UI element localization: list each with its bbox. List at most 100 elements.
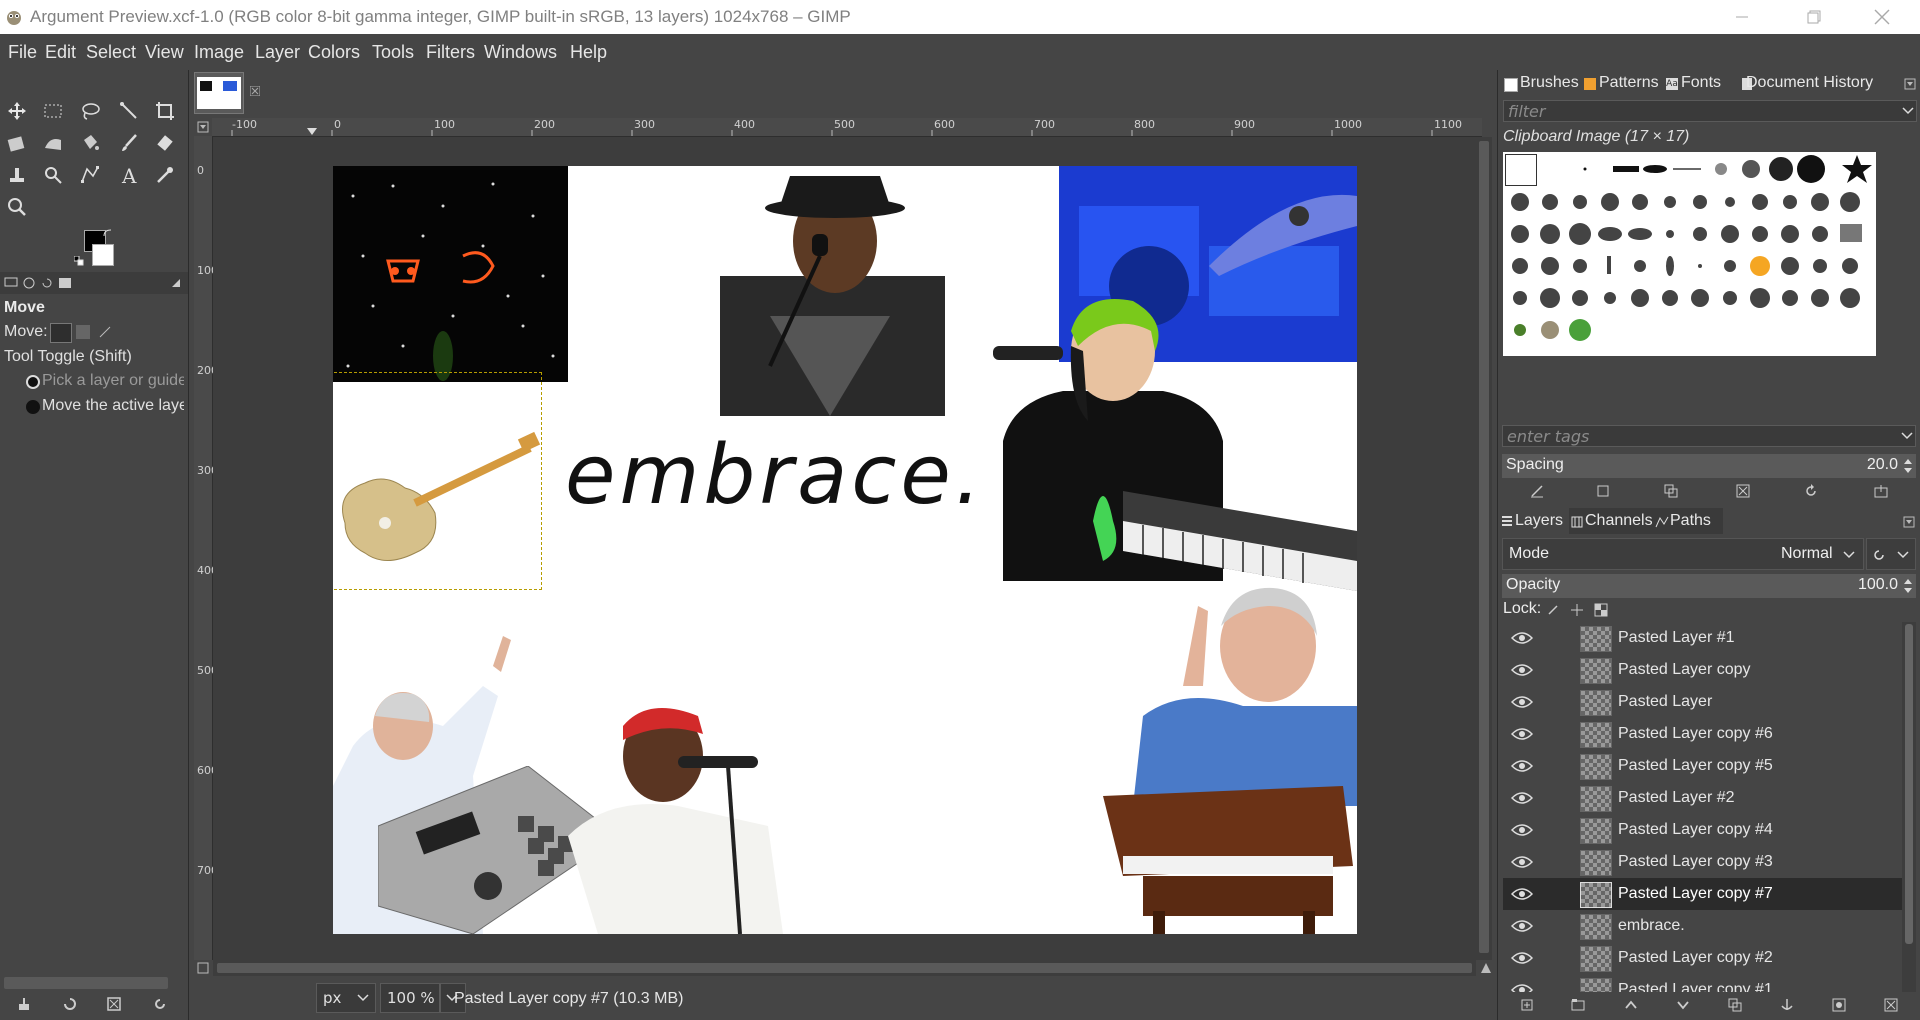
unit-select[interactable]: px xyxy=(316,983,376,1013)
image-canvas[interactable]: embrace. xyxy=(333,166,1357,934)
composite-mode-button[interactable] xyxy=(1866,538,1916,570)
delete-brush-icon[interactable] xyxy=(1736,484,1750,498)
eraser-icon[interactable] xyxy=(152,130,178,156)
background-color-swatch[interactable] xyxy=(92,244,114,266)
horizontal-scrollbar[interactable] xyxy=(213,960,1476,976)
clone-stamp-icon[interactable] xyxy=(4,162,30,188)
bucket-fill-icon[interactable] xyxy=(77,130,103,156)
layer-name[interactable]: Pasted Layer copy xyxy=(1618,661,1751,679)
layer-row[interactable]: Pasted Layer copy #5 xyxy=(1503,750,1902,782)
move-path-mode-icon[interactable] xyxy=(98,325,112,339)
menu-help[interactable]: Help xyxy=(570,42,607,63)
move-layer-mode-button[interactable] xyxy=(50,323,72,343)
eye-icon[interactable] xyxy=(1511,663,1533,677)
restore-button[interactable] xyxy=(1784,0,1844,34)
navigate-icon[interactable] xyxy=(197,962,209,974)
layer-name[interactable]: Pasted Layer copy #1 xyxy=(1618,981,1773,992)
lock-position-icon[interactable] xyxy=(1570,603,1584,617)
fuzzy-select-icon[interactable] xyxy=(116,98,142,124)
tab-brushes[interactable]: Brushes xyxy=(1520,74,1579,92)
tab-document-history[interactable]: Document History xyxy=(1746,74,1873,92)
eye-icon[interactable] xyxy=(1511,823,1533,837)
brush-grid[interactable] xyxy=(1503,152,1876,356)
layer-name[interactable]: Pasted Layer xyxy=(1618,693,1712,711)
layer-name[interactable]: Pasted Layer #2 xyxy=(1618,789,1735,807)
default-colors-icon[interactable] xyxy=(74,256,84,266)
color-picker-icon[interactable] xyxy=(152,162,178,188)
layer-name[interactable]: Pasted Layer copy #6 xyxy=(1618,725,1773,743)
tab-patterns[interactable]: Patterns xyxy=(1599,74,1659,92)
spin-icon[interactable] xyxy=(1903,458,1913,474)
new-layer-icon[interactable] xyxy=(1520,998,1534,1012)
eye-icon[interactable] xyxy=(1511,951,1533,965)
menu-image[interactable]: Image xyxy=(194,42,244,63)
layer-mode-select[interactable]: Mode Normal xyxy=(1502,538,1864,570)
tool-options-tab-icon[interactable] xyxy=(4,276,18,290)
save-tool-preset-icon[interactable] xyxy=(16,996,32,1012)
layer-row[interactable]: Pasted Layer copy #3 xyxy=(1503,846,1902,878)
menu-layer[interactable]: Layer xyxy=(255,42,300,63)
images-tab-icon[interactable] xyxy=(58,276,72,290)
brush-filter-input[interactable]: filter xyxy=(1503,100,1917,122)
layer-name[interactable]: Pasted Layer copy #3 xyxy=(1618,853,1773,871)
menu-windows[interactable]: Windows xyxy=(484,42,557,63)
layer-row[interactable]: Pasted Layer #2 xyxy=(1503,782,1902,814)
duplicate-brush-icon[interactable] xyxy=(1664,484,1678,498)
eye-icon[interactable] xyxy=(1511,695,1533,709)
eye-icon[interactable] xyxy=(1511,983,1533,992)
text-tool-icon[interactable]: A xyxy=(116,162,142,188)
lower-layer-icon[interactable] xyxy=(1676,998,1690,1012)
layer-name[interactable]: Pasted Layer copy #2 xyxy=(1618,949,1773,967)
open-brush-as-image-icon[interactable] xyxy=(1874,484,1888,498)
restore-tool-preset-icon[interactable] xyxy=(62,996,78,1012)
radio-pick-layer[interactable] xyxy=(26,375,40,389)
tab-channels[interactable]: Channels xyxy=(1585,512,1653,530)
undo-history-tab-icon[interactable] xyxy=(40,276,54,290)
menu-view[interactable]: View xyxy=(145,42,184,63)
zoom-select[interactable]: 100 % xyxy=(380,983,440,1013)
layer-row[interactable]: Pasted Layer copy xyxy=(1503,654,1902,686)
configure-tab-icon[interactable] xyxy=(170,277,182,289)
configure-dock-icon[interactable] xyxy=(1904,78,1916,90)
duplicate-layer-icon[interactable] xyxy=(1728,998,1742,1012)
layer-name[interactable]: Pasted Layer copy #4 xyxy=(1618,821,1773,839)
configure-dock-icon[interactable] xyxy=(1903,516,1915,528)
warp-transform-icon[interactable] xyxy=(40,130,66,156)
layers-scrollbar[interactable] xyxy=(1902,622,1916,992)
refresh-brushes-icon[interactable] xyxy=(1804,484,1818,498)
brush-tags-input[interactable]: enter tags xyxy=(1502,425,1916,447)
layer-name[interactable]: Pasted Layer copy #5 xyxy=(1618,757,1773,775)
toolbox-scrollbar[interactable] xyxy=(4,977,168,989)
move-tool-icon[interactable] xyxy=(4,98,30,124)
layer-row[interactable]: Pasted Layer copy #1 xyxy=(1503,974,1902,992)
swap-colors-icon[interactable] xyxy=(103,228,113,238)
raise-layer-icon[interactable] xyxy=(1624,998,1638,1012)
rect-select-icon[interactable] xyxy=(40,98,66,124)
menu-tools[interactable]: Tools xyxy=(372,42,414,63)
menu-colors[interactable]: Colors xyxy=(308,42,360,63)
layer-row[interactable]: Pasted Layer copy #2 xyxy=(1503,942,1902,974)
eye-icon[interactable] xyxy=(1511,919,1533,933)
lock-alpha-icon[interactable] xyxy=(1594,603,1608,617)
paintbrush-icon[interactable] xyxy=(116,130,142,156)
anchor-layer-icon[interactable] xyxy=(1780,998,1794,1012)
radio-move-active[interactable] xyxy=(26,400,40,414)
paths-tool-icon[interactable] xyxy=(77,162,103,188)
layer-row[interactable]: Pasted Layer copy #4 xyxy=(1503,814,1902,846)
eye-icon[interactable] xyxy=(1511,855,1533,869)
reset-tool-options-icon[interactable] xyxy=(152,996,168,1012)
layer-row[interactable]: Pasted Layer xyxy=(1503,686,1902,718)
layer-mask-icon[interactable] xyxy=(1832,998,1846,1012)
zoom-tool-icon[interactable] xyxy=(4,194,30,220)
menu-file[interactable]: File xyxy=(8,42,37,63)
new-layer-group-icon[interactable] xyxy=(1571,998,1585,1012)
menu-filters[interactable]: Filters xyxy=(426,42,475,63)
quick-mask-menu-icon[interactable] xyxy=(197,121,209,133)
tab-paths[interactable]: Paths xyxy=(1670,512,1711,530)
smudge-icon[interactable] xyxy=(40,162,66,188)
layer-row[interactable]: embrace. xyxy=(1503,910,1902,942)
layer-row[interactable]: Pasted Layer #1 xyxy=(1503,622,1902,654)
tab-fonts[interactable]: Fonts xyxy=(1681,74,1721,92)
eye-icon[interactable] xyxy=(1511,791,1533,805)
minimize-button[interactable] xyxy=(1712,0,1772,34)
